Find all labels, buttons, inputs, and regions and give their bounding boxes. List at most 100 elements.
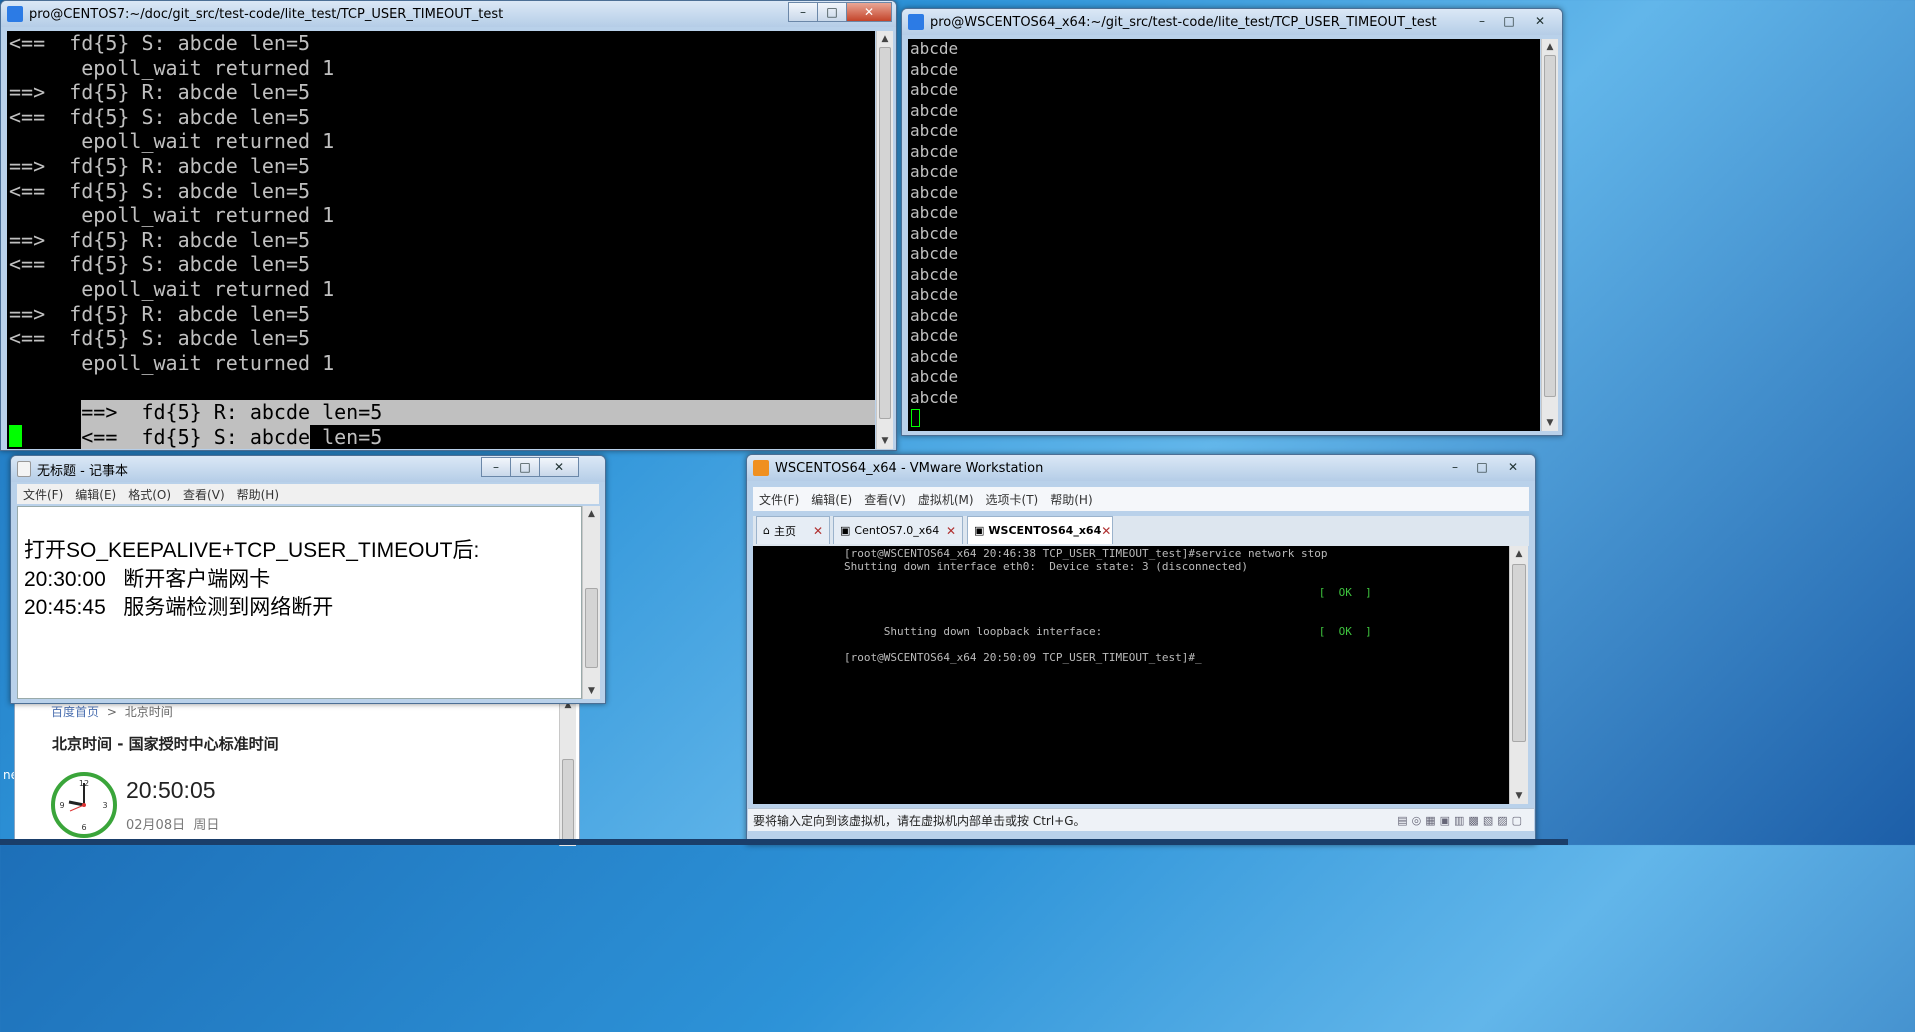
vmware-tabbar: ⌂ 主页 ✕ ▣ CentOS7.0_x64 ✕ ▣ WSCENTOS64_x6… <box>753 516 1529 546</box>
terminal-line: ==> fd{5} R: abcde len=5 <box>9 227 311 252</box>
putty-left-terminal[interactable]: <== fd{5} S: abcde len=5 epoll_wait retu… <box>7 31 875 449</box>
tab-centos7[interactable]: ▣ CentOS7.0_x64 ✕ <box>833 516 963 544</box>
minimize-button[interactable]: – <box>481 457 511 477</box>
page-heading: 北京时间 - 国家授时中心标准时间 <box>52 735 279 753</box>
terminal-cursor <box>9 425 22 447</box>
menu-file[interactable]: 文件(F) <box>753 491 805 508</box>
minimize-button[interactable]: – <box>1441 458 1469 476</box>
tab-home[interactable]: ⌂ 主页 ✕ <box>756 516 830 544</box>
scroll-up-icon[interactable]: ▲ <box>877 31 893 47</box>
scroll-down-icon[interactable]: ▼ <box>1542 415 1558 431</box>
minimize-button[interactable]: – <box>1468 12 1496 30</box>
browser-scrollbar[interactable]: ▲ <box>559 697 576 846</box>
scroll-up-icon[interactable]: ▲ <box>583 506 600 522</box>
menu-edit[interactable]: 编辑(E) <box>805 491 858 508</box>
terminal-line: epoll_wait returned 1 <box>9 55 335 80</box>
status-text: 要将输入定向到该虚拟机，请在虚拟机内部单击或按 Ctrl+G。 <box>753 813 1086 828</box>
notepad-menubar: 文件(F) 编辑(E) 格式(O) 查看(V) 帮助(H) <box>17 484 599 504</box>
tab-wscentos64[interactable]: ▣ WSCENTOS64_x64 ✕ <box>967 516 1113 544</box>
terminal-line: epoll_wait returned 1 <box>9 276 335 301</box>
menu-view[interactable]: 查看(V) <box>858 491 912 508</box>
putty-left-window: pro@CENTOS7:~/doc/git_src/test-code/lite… <box>0 0 897 451</box>
maximize-button[interactable]: □ <box>510 457 540 477</box>
maximize-button[interactable]: □ <box>1468 458 1496 476</box>
terminal-line: <== fd{5} S: abcde len=5 <box>9 31 311 55</box>
clock-hour-label: 6 <box>81 823 86 832</box>
menu-edit[interactable]: 编辑(E) <box>69 486 122 503</box>
close-tab-icon[interactable]: ✕ <box>1101 524 1111 538</box>
close-button[interactable]: ✕ <box>1522 12 1558 30</box>
terminal-line: <== fd{5} S: abcde len=5 <box>9 104 311 129</box>
console-line: [root@WSCENTOS64_x64 20:46:38 TCP_USER_T… <box>844 547 1328 560</box>
menu-help[interactable]: 帮助(H) <box>1044 491 1098 508</box>
scroll-up-icon[interactable]: ▲ <box>1542 39 1558 55</box>
menu-vm[interactable]: 虚拟机(M) <box>912 491 980 508</box>
ok-status: [ OK ] <box>1318 625 1372 638</box>
menu-format[interactable]: 格式(O) <box>122 486 177 503</box>
vmware-titlebar[interactable]: WSCENTOS64_x64 - VMware Workstation – □ … <box>747 455 1535 481</box>
notepad-line: 打开SO_KEEPALIVE+TCP_USER_TIMEOUT后: <box>24 539 480 562</box>
scroll-down-icon[interactable]: ▼ <box>1510 788 1528 804</box>
close-button[interactable]: ✕ <box>1495 458 1531 476</box>
close-tab-icon[interactable]: ✕ <box>946 524 956 538</box>
vm-console-scrollbar[interactable]: ▲ ▼ <box>1509 546 1528 804</box>
menu-file[interactable]: 文件(F) <box>17 486 69 503</box>
notepad-line: 20:30:00 断开客户端网卡 <box>24 567 271 591</box>
putty-right-scrollbar[interactable]: ▲ ▼ <box>1541 39 1558 431</box>
scroll-up-icon[interactable]: ▲ <box>1510 546 1528 562</box>
browser-window: 百度首页 > 北京时间 北京时间 - 国家授时中心标准时间 12 3 6 9 2… <box>14 696 580 846</box>
ok-status: [ OK ] <box>1318 586 1372 599</box>
terminal-cursor <box>911 409 920 427</box>
notepad-window: 无标题 - 记事本 – □ ✕ 文件(F) 编辑(E) 格式(O) 查看(V) … <box>10 455 606 704</box>
notepad-editor[interactable]: 打开SO_KEEPALIVE+TCP_USER_TIMEOUT后: 20:30:… <box>17 506 582 699</box>
close-tab-icon[interactable]: ✕ <box>813 524 823 538</box>
scrollbar-thumb[interactable] <box>585 588 598 668</box>
breadcrumb-home-link[interactable]: 百度首页 <box>51 705 99 719</box>
terminal-output: <== fd{5} S: abcde len=5 epoll_wait retu… <box>7 31 875 375</box>
vmware-menubar: 文件(F) 编辑(E) 查看(V) 虚拟机(M) 选项卡(T) 帮助(H) <box>753 487 1529 511</box>
menu-view[interactable]: 查看(V) <box>177 486 231 503</box>
scrollbar-thumb[interactable] <box>562 759 574 845</box>
maximize-button[interactable]: □ <box>1495 12 1523 30</box>
terminal-line: ==> fd{5} R: abcde len=5 <box>9 301 311 326</box>
terminal-line: abcde <box>910 326 959 345</box>
putty-right-terminal[interactable]: abcde abcde abcde abcde abcde abcde abcde abcde… <box>908 39 1540 431</box>
console-line: Shutting down loopback interface:[ OK ] <box>883 625 1372 638</box>
breadcrumb-current: 北京时间 <box>124 705 173 719</box>
putty-icon <box>908 14 924 30</box>
putty-left-titlebar[interactable]: pro@CENTOS7:~/doc/git_src/test-code/lite… <box>1 1 896 27</box>
vm-console[interactable]: [root@WSCENTOS64_x64 20:46:38 TCP_USER_T… <box>753 546 1509 804</box>
scroll-down-icon[interactable]: ▼ <box>877 433 893 449</box>
putty-right-titlebar[interactable]: pro@WSCENTOS64_x64:~/git_src/test-code/l… <box>902 9 1562 35</box>
menu-tabs[interactable]: 选项卡(T) <box>980 491 1045 508</box>
close-button[interactable]: ✕ <box>539 457 579 477</box>
terminal-line: <== fd{5} S: abcde len=5 <box>9 252 311 277</box>
current-time: 20:50:05 <box>126 777 216 803</box>
menu-help[interactable]: 帮助(H) <box>231 486 285 503</box>
scrollbar-thumb[interactable] <box>1512 564 1526 742</box>
vmware-icon <box>753 460 769 476</box>
terminal-line: <== fd{5} S: abcde len=5 <box>9 178 311 203</box>
device-icons: ▤◎▦▣▥▩▧▨▢ <box>1397 813 1526 827</box>
console-line: [ OK ] <box>844 573 1509 612</box>
notepad-titlebar[interactable]: 无标题 - 记事本 – □ ✕ <box>11 456 605 482</box>
putty-left-title: pro@CENTOS7:~/doc/git_src/test-code/lite… <box>29 6 504 22</box>
vm-icon: ▣ <box>840 524 851 537</box>
terminal-line: abcde <box>910 162 959 181</box>
scroll-down-icon[interactable]: ▼ <box>583 683 600 699</box>
console-line: Shutting down interface eth0: Device sta… <box>844 560 1248 573</box>
console-line: [root@WSCENTOS64_x64 20:50:09 TCP_USER_T… <box>844 651 1202 664</box>
terminal-line: abcde <box>910 59 959 79</box>
notepad-line: 20:45:45 服务端检测到网络断开 <box>24 596 334 619</box>
terminal-line: abcde <box>910 244 959 263</box>
maximize-button[interactable]: □ <box>817 2 847 22</box>
terminal-line: abcde <box>910 182 959 202</box>
notepad-scrollbar[interactable]: ▲ ▼ <box>582 506 600 699</box>
scrollbar-thumb[interactable] <box>879 47 891 419</box>
minimize-button[interactable]: – <box>788 2 818 22</box>
terminal-line: <== fd{5} S: abcde len=5 <box>9 326 311 351</box>
putty-left-scrollbar[interactable]: ▲ ▼ <box>876 31 893 449</box>
scrollbar-thumb[interactable] <box>1544 55 1556 397</box>
close-button[interactable]: ✕ <box>846 2 892 22</box>
terminal-line: abcde <box>910 223 959 243</box>
